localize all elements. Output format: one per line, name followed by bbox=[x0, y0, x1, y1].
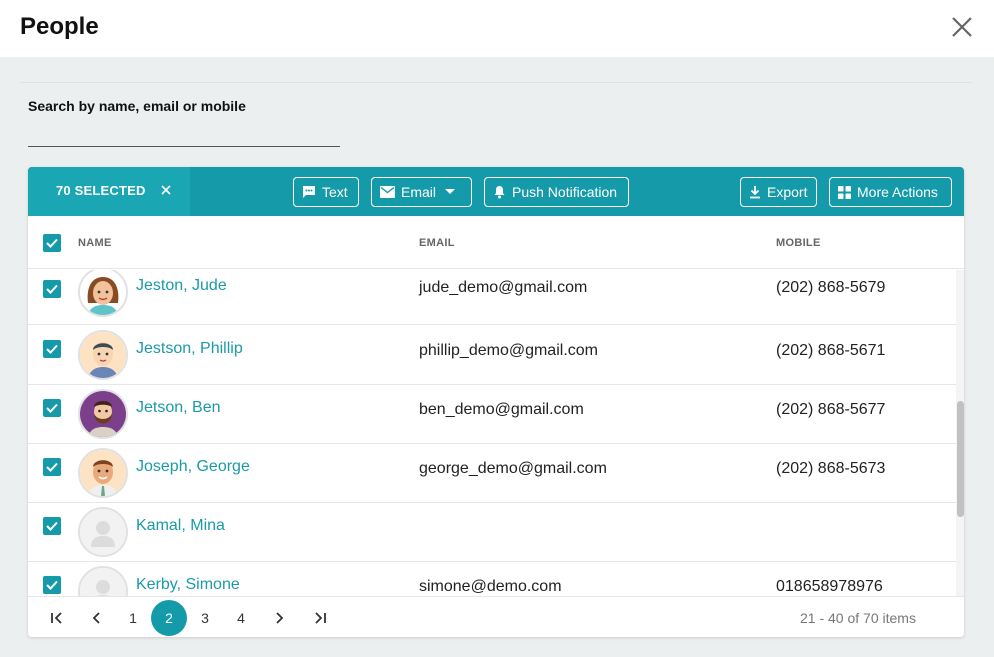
row-checkbox[interactable] bbox=[43, 280, 61, 298]
person-name-link[interactable]: Jeston, Jude bbox=[136, 277, 227, 295]
page-title: People bbox=[20, 13, 99, 40]
email-button-label: Email bbox=[401, 184, 437, 200]
table-row: Jeston, Jude jude_demo@gmail.com (202) 8… bbox=[28, 270, 956, 325]
person-email: ben_demo@gmail.com bbox=[419, 401, 584, 418]
row-checkbox[interactable] bbox=[43, 399, 61, 417]
person-mobile: (202) 868-5677 bbox=[776, 401, 886, 418]
avatar bbox=[78, 448, 128, 498]
selected-count: 70 SELECTED bbox=[56, 183, 146, 198]
person-mobile: 018658978976 bbox=[776, 578, 883, 595]
table-scrollbar[interactable] bbox=[956, 270, 964, 596]
person-email: george_demo@gmail.com bbox=[419, 460, 607, 477]
row-checkbox[interactable] bbox=[43, 340, 61, 358]
avatar bbox=[78, 330, 128, 380]
avatar bbox=[78, 566, 128, 596]
grid-icon bbox=[838, 185, 851, 199]
next-page-icon[interactable] bbox=[263, 601, 297, 635]
row-checkbox[interactable] bbox=[43, 458, 61, 476]
scrollbar-thumb[interactable] bbox=[957, 401, 964, 517]
search-label: Search by name, email or mobile bbox=[28, 98, 246, 114]
person-email: phillip_demo@gmail.com bbox=[419, 342, 598, 359]
table-body: Jeston, Jude jude_demo@gmail.com (202) 8… bbox=[28, 270, 956, 596]
page-2-button[interactable]: 2 bbox=[151, 600, 187, 636]
person-email: jude_demo@gmail.com bbox=[419, 279, 588, 296]
person-name-link[interactable]: Joseph, George bbox=[136, 458, 250, 476]
clear-selection-icon[interactable] bbox=[159, 183, 173, 197]
person-name-link[interactable]: Jetson, Ben bbox=[136, 399, 221, 417]
column-header-email[interactable]: EMAIL bbox=[419, 237, 455, 249]
table-row: Kamal, Mina bbox=[28, 503, 956, 562]
bulk-action-toolbar: 70 SELECTED Text Email Push Notification… bbox=[28, 167, 964, 216]
person-name-link[interactable]: Kerby, Simone bbox=[136, 576, 240, 594]
table-header bbox=[28, 216, 964, 269]
avatar bbox=[78, 270, 128, 317]
download-icon bbox=[750, 186, 760, 199]
column-header-name[interactable]: NAME bbox=[78, 237, 112, 249]
email-button[interactable]: Email bbox=[371, 177, 472, 207]
table-row: Joseph, George george_demo@gmail.com (20… bbox=[28, 444, 956, 503]
person-email: simone@demo.com bbox=[419, 578, 562, 595]
person-mobile: (202) 868-5671 bbox=[776, 342, 886, 359]
selection-summary: 70 SELECTED bbox=[28, 167, 190, 216]
bell-icon bbox=[494, 186, 505, 199]
export-button[interactable]: Export bbox=[740, 177, 817, 207]
person-mobile: (202) 868-5673 bbox=[776, 460, 886, 477]
person-name-link[interactable]: Jestson, Phillip bbox=[136, 340, 243, 358]
row-checkbox[interactable] bbox=[43, 517, 61, 535]
table-row: Jestson, Phillip phillip_demo@gmail.com … bbox=[28, 326, 956, 385]
page-4-button[interactable]: 4 bbox=[224, 601, 258, 635]
avatar bbox=[78, 389, 128, 439]
people-table-panel: 70 SELECTED Text Email Push Notification… bbox=[28, 167, 964, 637]
text-button[interactable]: Text bbox=[293, 177, 359, 207]
row-checkbox[interactable] bbox=[43, 576, 61, 594]
page-1-button[interactable]: 1 bbox=[116, 601, 150, 635]
chat-icon bbox=[303, 186, 315, 198]
push-notification-label: Push Notification bbox=[512, 184, 618, 200]
dialog-header: People bbox=[0, 0, 994, 57]
select-all-checkbox[interactable] bbox=[43, 234, 61, 252]
pagination: 1 2 3 4 21 - 40 of 70 items bbox=[28, 596, 964, 637]
text-button-label: Text bbox=[322, 184, 348, 200]
person-name-link[interactable]: Kamal, Mina bbox=[136, 517, 225, 535]
mail-icon bbox=[380, 186, 395, 198]
more-actions-button[interactable]: More Actions bbox=[829, 177, 952, 207]
last-page-icon[interactable] bbox=[303, 601, 337, 635]
close-icon[interactable] bbox=[948, 13, 976, 41]
pagination-info: 21 - 40 of 70 items bbox=[800, 610, 916, 626]
column-header-mobile[interactable]: MOBILE bbox=[776, 237, 821, 249]
export-button-label: Export bbox=[767, 184, 808, 200]
avatar bbox=[78, 507, 128, 557]
page-3-button[interactable]: 3 bbox=[188, 601, 222, 635]
divider bbox=[20, 82, 972, 83]
table-row: Jetson, Ben ben_demo@gmail.com (202) 868… bbox=[28, 385, 956, 444]
caret-down-icon bbox=[445, 189, 456, 194]
table-row: Kerby, Simone simone@demo.com 0186589789… bbox=[28, 562, 956, 596]
previous-page-icon[interactable] bbox=[79, 601, 113, 635]
more-actions-label: More Actions bbox=[857, 184, 938, 200]
first-page-icon[interactable] bbox=[40, 601, 74, 635]
person-mobile: (202) 868-5679 bbox=[776, 279, 886, 296]
search-input[interactable] bbox=[28, 122, 340, 147]
push-notification-button[interactable]: Push Notification bbox=[484, 177, 629, 207]
